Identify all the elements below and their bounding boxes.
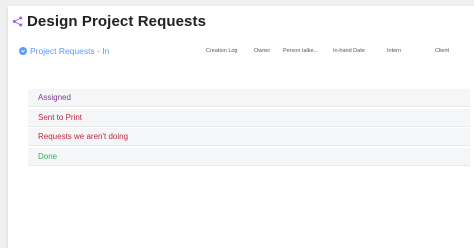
group-row-sent-to-print[interactable]: Sent to Print (28, 108, 470, 127)
chevron-down-icon[interactable] (19, 47, 27, 55)
column-header-in-hand-date[interactable]: In-hand Date (333, 47, 365, 55)
share-icon[interactable] (12, 16, 23, 27)
group-row-requests-not-doing[interactable]: Requests we aren't doing (28, 128, 470, 146)
column-header-person-talked[interactable]: Person talke... (283, 47, 318, 55)
column-header-client[interactable]: Client (435, 47, 449, 55)
column-header-owner[interactable]: Owner (254, 47, 270, 55)
board-panel: Design Project Requests Project Requests… (8, 6, 474, 248)
column-header-creation-log[interactable]: Creation Log (206, 47, 238, 55)
column-header-intern[interactable]: Intern (387, 47, 401, 55)
group-row-assigned[interactable]: Assigned (28, 89, 470, 107)
group-row-done[interactable]: Done (28, 147, 470, 166)
page-title: Design Project Requests (27, 12, 207, 30)
collapsed-groups-list: Assigned Sent to Print Requests we aren'… (28, 89, 470, 167)
group-header: Project Requests - In Creation Log Owner… (19, 46, 469, 58)
group-title[interactable]: Project Requests - In (30, 46, 109, 56)
board-title-row: Design Project Requests (12, 10, 206, 32)
